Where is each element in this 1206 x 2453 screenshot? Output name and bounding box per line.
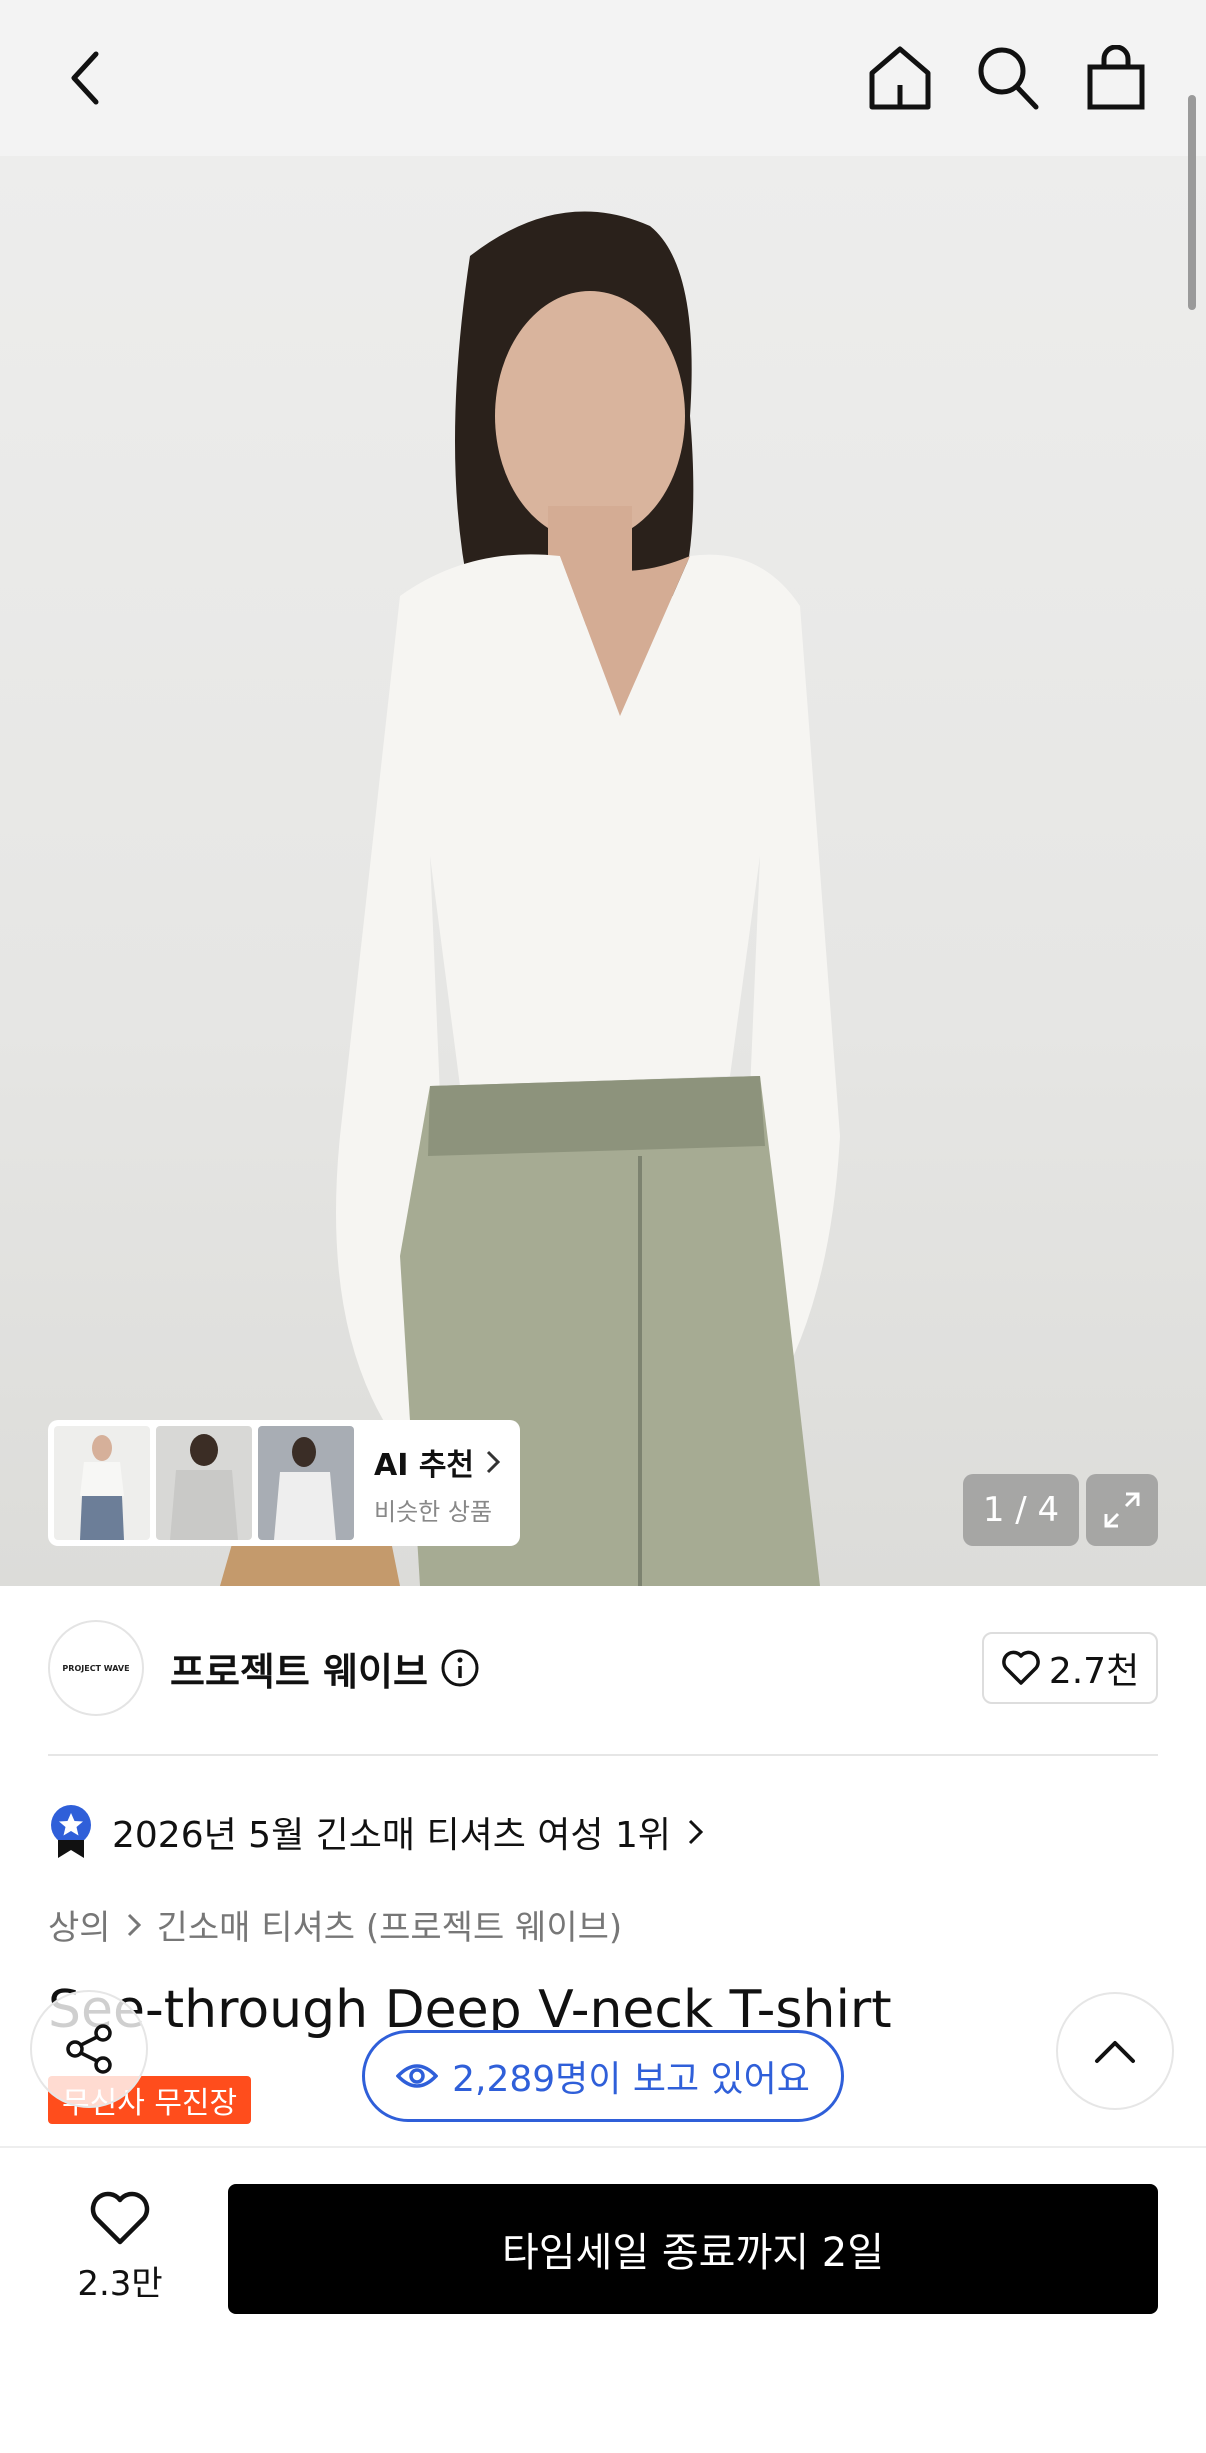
brand-like-button[interactable]: 2.7천 <box>982 1632 1158 1704</box>
chevron-up-icon <box>1095 2041 1135 2063</box>
home-button[interactable] <box>862 40 938 116</box>
brand-name[interactable]: 프로젝트 웨이브 <box>170 1641 428 1696</box>
breadcrumb: 상의 긴소매 티셔츠 (프로젝트 웨이브) <box>48 1900 622 1949</box>
brand-logo[interactable]: PROJECT WAVE <box>48 1620 144 1716</box>
divider <box>48 1754 1158 1756</box>
heart-icon <box>1002 1650 1040 1685</box>
wishlist-button[interactable]: 2.3만 <box>70 2190 170 2305</box>
cart-button[interactable] <box>1078 40 1154 116</box>
bottom-action-bar: 2.3만 타임세일 종료까지 2일 <box>0 2146 1206 2453</box>
similar-item-thumbnail[interactable] <box>54 1426 150 1540</box>
image-counter: 1 / 4 <box>963 1474 1079 1546</box>
info-icon[interactable] <box>440 1648 480 1688</box>
ranking-text: 2026년 5월 긴소매 티셔츠 여성 1위 <box>112 1815 671 1856</box>
chevron-right-icon <box>486 1450 501 1473</box>
brand-like-count: 2.7천 <box>1048 1651 1140 1692</box>
expand-button[interactable] <box>1086 1474 1158 1546</box>
chevron-left-icon <box>71 51 99 105</box>
eye-icon <box>396 2064 439 2088</box>
brand-row: PROJECT WAVE 프로젝트 웨이브 2.7천 <box>48 1620 1158 1716</box>
share-icon <box>66 2024 112 2074</box>
search-button[interactable] <box>970 40 1046 116</box>
chevron-right-icon <box>688 1819 704 1845</box>
product-photo <box>220 211 840 1586</box>
ai-recommend-subtitle: 비슷한 상품 <box>374 1497 493 1526</box>
breadcrumb-category[interactable]: 상의 <box>48 1900 111 1949</box>
similar-item-thumbnail[interactable] <box>258 1426 354 1540</box>
shopping-bag-icon <box>1087 45 1145 110</box>
page-scrollbar[interactable] <box>1188 95 1196 310</box>
home-icon <box>869 46 931 110</box>
viewers-indicator: 2,289명이 보고 있어요 <box>362 2030 844 2122</box>
search-icon <box>978 47 1039 110</box>
scroll-to-top-button[interactable] <box>1056 1992 1174 2110</box>
rank-badge-icon <box>51 1805 91 1858</box>
ranking-link[interactable]: 2026년 5월 긴소매 티셔츠 여성 1위 <box>48 1802 707 1862</box>
ai-recommend-title: AI 추천 <box>374 1440 504 1484</box>
share-button[interactable] <box>30 1990 148 2108</box>
viewers-text: 2,289명이 보고 있어요 <box>452 2059 810 2100</box>
product-image-gallery[interactable]: AI 추천 비슷한 상품 1 / 4 <box>0 156 1206 1586</box>
ai-recommend-card[interactable]: AI 추천 비슷한 상품 <box>48 1420 520 1546</box>
top-navigation-bar <box>0 0 1206 156</box>
expand-icon <box>1104 1492 1140 1528</box>
purchase-button[interactable]: 타임세일 종료까지 2일 <box>228 2184 1158 2314</box>
chevron-right-icon <box>127 1913 141 1936</box>
breadcrumb-subcategory[interactable]: 긴소매 티셔츠 (프로젝트 웨이브) <box>157 1900 623 1949</box>
wishlist-count: 2.3만 <box>77 2264 163 2304</box>
heart-icon <box>90 2191 150 2245</box>
back-button[interactable] <box>48 40 124 116</box>
similar-item-thumbnail[interactable] <box>156 1426 252 1540</box>
